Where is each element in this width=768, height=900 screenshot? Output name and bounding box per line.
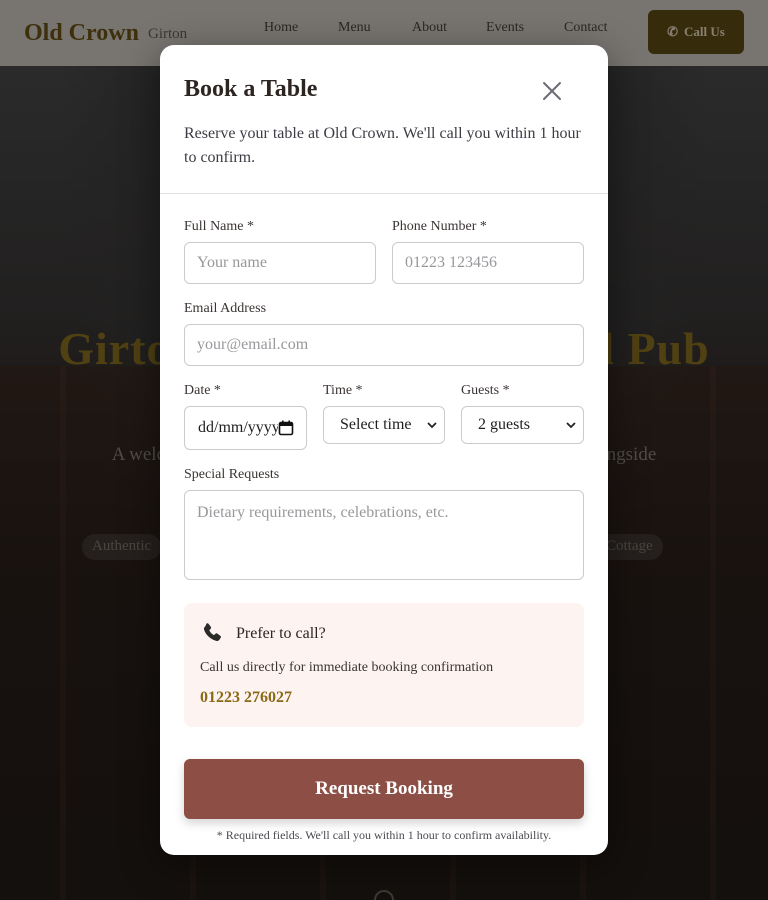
full-name-label: Full Name *: [184, 219, 254, 234]
phone-number-link[interactable]: 01223 276027: [200, 689, 292, 707]
close-icon: [543, 82, 561, 100]
special-requests-textarea[interactable]: [184, 490, 584, 580]
close-button[interactable]: [538, 77, 566, 105]
email-input[interactable]: [184, 324, 584, 366]
chevron-down-icon: [566, 422, 576, 429]
required-fields-note: * Required fields. We'll call you within…: [216, 828, 552, 842]
date-label: Date *: [184, 383, 221, 398]
request-booking-button[interactable]: Request Booking: [184, 759, 584, 819]
phone-label: Phone Number *: [392, 219, 487, 234]
booking-modal: Book a Table Reserve your table at Old C…: [160, 45, 608, 855]
phone-input[interactable]: [392, 242, 584, 284]
date-value: dd/mm/yyyy: [198, 419, 278, 436]
date-input[interactable]: dd/mm/yyyy: [184, 406, 307, 450]
full-name-input[interactable]: [184, 242, 376, 284]
time-select[interactable]: Select time: [323, 406, 445, 444]
calendar-icon[interactable]: [278, 420, 294, 436]
phone-icon: [203, 623, 221, 642]
email-label: Email Address: [184, 301, 267, 316]
guests-select[interactable]: 2 guests: [461, 406, 584, 444]
modal-header: Book a Table Reserve your table at Old C…: [160, 45, 608, 194]
time-value: Select time: [340, 416, 412, 433]
modal-description: Reserve your table at Old Crown. We'll c…: [184, 125, 581, 166]
chevron-down-icon: [427, 422, 437, 429]
modal-title: Book a Table: [184, 76, 318, 102]
guests-value: 2 guests: [478, 416, 530, 433]
special-requests-label: Special Requests: [184, 467, 280, 482]
call-info-box: Prefer to call? Call us directly for imm…: [184, 603, 584, 727]
time-label: Time *: [323, 383, 363, 398]
guests-label: Guests *: [461, 383, 510, 398]
call-box-title: Prefer to call?: [236, 625, 326, 642]
call-box-text: Call us directly for immediate booking c…: [200, 660, 494, 675]
